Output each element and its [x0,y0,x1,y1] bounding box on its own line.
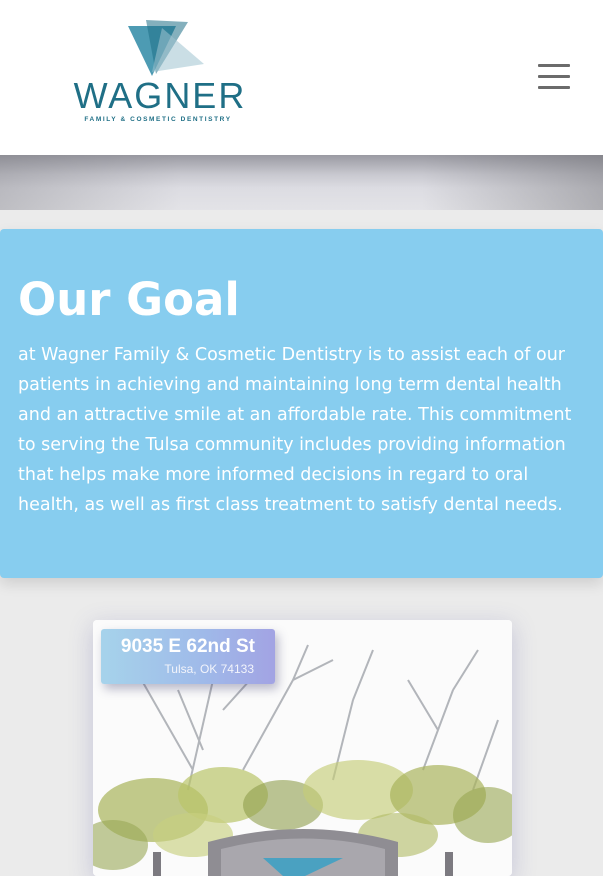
menu-bar [538,75,570,78]
address-city: Tulsa, OK 74133 [164,662,254,676]
menu-bar [538,86,570,89]
hero-image-strip [0,155,603,210]
address-badge[interactable]: 9035 E 62nd St Tulsa, OK 74133 [101,629,275,684]
logo-tagline: FAMILY & COSMETIC DENTISTRY [84,116,232,123]
goal-text: at Wagner Family & Cosmetic Dentistry is… [18,345,572,515]
logo-triangle-icon [128,20,204,76]
hamburger-menu-icon[interactable] [534,62,574,92]
goal-title: Our Goal [18,273,240,326]
site-header: WAGNER FAMILY & COSMETIC DENTISTRY [0,0,603,155]
address-street: 9035 E 62nd St [120,636,255,657]
wagner-logo[interactable]: WAGNER FAMILY & COSMETIC DENTISTRY [60,20,260,130]
menu-bar [538,64,570,67]
logo-wordmark: WAGNER [73,75,247,116]
